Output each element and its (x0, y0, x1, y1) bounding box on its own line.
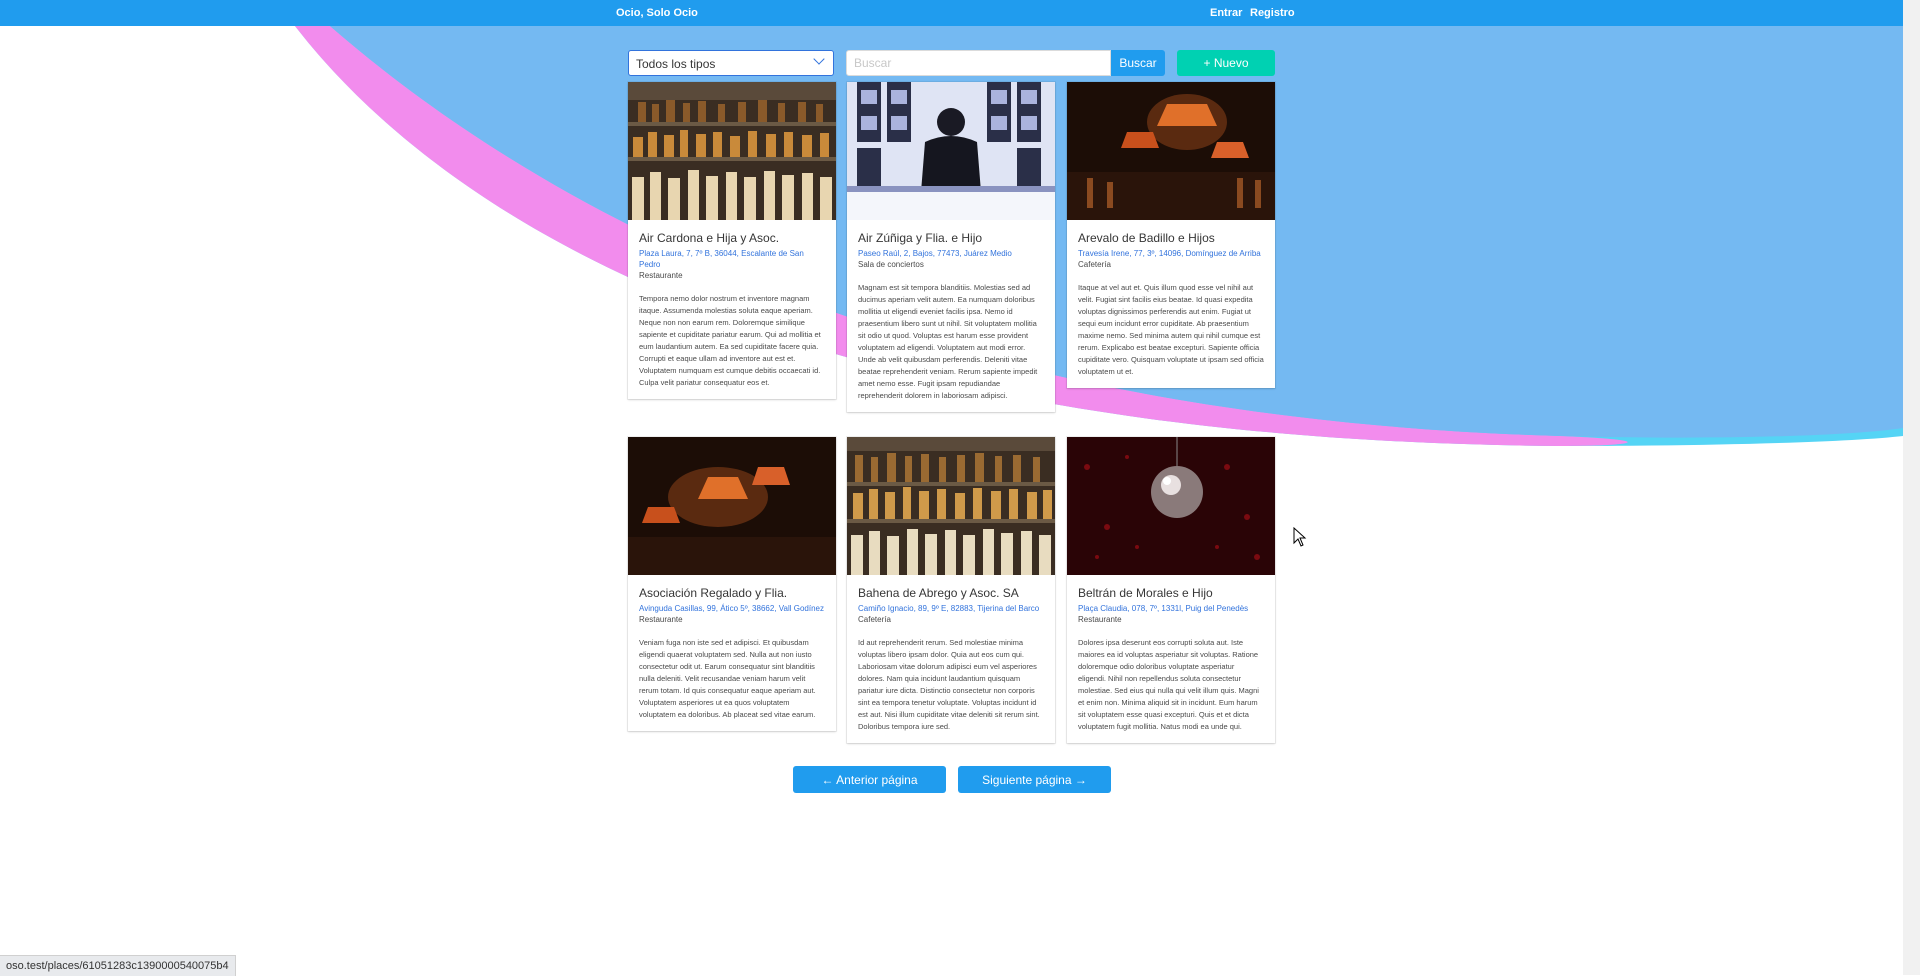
navbar: Ocio, Solo Ocio Entrar Registro (0, 0, 1903, 26)
place-type: Restaurante (639, 615, 683, 624)
place-card[interactable]: Air Zúñiga y Flia. e Hijo Paseo Raúl, 2,… (847, 82, 1055, 412)
place-type: Restaurante (1078, 615, 1122, 624)
search-input[interactable] (846, 50, 1111, 76)
place-title[interactable]: Bahena de Abrego y Asoc. SA (858, 586, 1044, 600)
place-card[interactable]: Arevalo de Badillo e Hijos Travesía Iren… (1067, 82, 1275, 388)
place-type: Cafetería (858, 615, 891, 624)
place-address: Plaça Claudia, 078, 7º, 1331l, Puig del … (1078, 604, 1249, 613)
place-address: Camiño Ignacio, 89, 9º E, 82883, Tijerin… (858, 604, 1040, 613)
place-description: Dolores ipsa deserunt eos corrupti solut… (1078, 638, 1259, 731)
place-title[interactable]: Air Zúñiga y Flia. e Hijo (858, 231, 1044, 245)
chevron-down-icon (813, 53, 825, 65)
mouse-cursor-icon (1293, 527, 1307, 547)
type-select[interactable]: Todos los tipos (628, 50, 834, 76)
brand-link[interactable]: Ocio, Solo Ocio (616, 7, 698, 19)
vertical-scrollbar[interactable] (1903, 0, 1920, 975)
place-description: Magnam est sit tempora blanditiis. Moles… (858, 283, 1038, 400)
place-address: Plaza Laura, 7, 7º B, 36044, Escalante d… (639, 249, 804, 269)
place-card[interactable]: Bahena de Abrego y Asoc. SA Camiño Ignac… (847, 437, 1055, 743)
place-photo-lamps (1067, 82, 1275, 220)
place-type: Restaurante (639, 271, 683, 280)
previous-page-button[interactable]: ← Anterior página (793, 766, 946, 793)
place-title[interactable]: Arevalo de Badillo e Hijos (1078, 231, 1264, 245)
login-link[interactable]: Entrar (1210, 7, 1242, 19)
next-page-button[interactable]: Siguiente página → (958, 766, 1111, 793)
place-address: Paseo Raúl, 2, Bajos, 77473, Juárez Medi… (858, 249, 1012, 258)
place-title[interactable]: Asociación Regalado y Flia. (639, 586, 825, 600)
type-select-value: Todos los tipos (636, 57, 716, 71)
place-card[interactable]: Air Cardona e Hija y Asoc. Plaza Laura, … (628, 82, 836, 399)
place-card[interactable]: Beltrán de Morales e Hijo Plaça Claudia,… (1067, 437, 1275, 743)
place-photo-disco-ball (1067, 437, 1275, 575)
register-link[interactable]: Registro (1250, 7, 1295, 19)
place-description: Itaque at vel aut et. Quis illum quod es… (1078, 283, 1264, 376)
place-photo-lamps (628, 437, 836, 575)
place-title[interactable]: Air Cardona e Hija y Asoc. (639, 231, 825, 245)
status-bar-url: oso.test/places/61051283c1390000540075b4 (0, 955, 236, 976)
place-photo-bottles (847, 437, 1055, 575)
place-title[interactable]: Beltrán de Morales e Hijo (1078, 586, 1264, 600)
place-description: Veniam fuga non iste sed et adipisci. Et… (639, 638, 816, 719)
place-type: Cafetería (1078, 260, 1111, 269)
place-description: Id aut reprehenderit rerum. Sed molestia… (858, 638, 1040, 731)
place-photo-bartender (847, 82, 1055, 220)
place-card[interactable]: Asociación Regalado y Flia. Avinguda Cas… (628, 437, 836, 731)
search-button[interactable]: Buscar (1111, 50, 1165, 76)
new-place-button[interactable]: + Nuevo (1177, 50, 1275, 76)
place-description: Tempora nemo dolor nostrum et inventore … (639, 294, 821, 387)
place-address: Avinguda Casillas, 99, Ático 5º, 38662, … (639, 604, 824, 613)
place-address: Travesía Irene, 77, 3º, 14096, Domínguez… (1078, 249, 1261, 258)
place-photo-bottles (628, 82, 836, 220)
place-type: Sala de conciertos (858, 260, 924, 269)
